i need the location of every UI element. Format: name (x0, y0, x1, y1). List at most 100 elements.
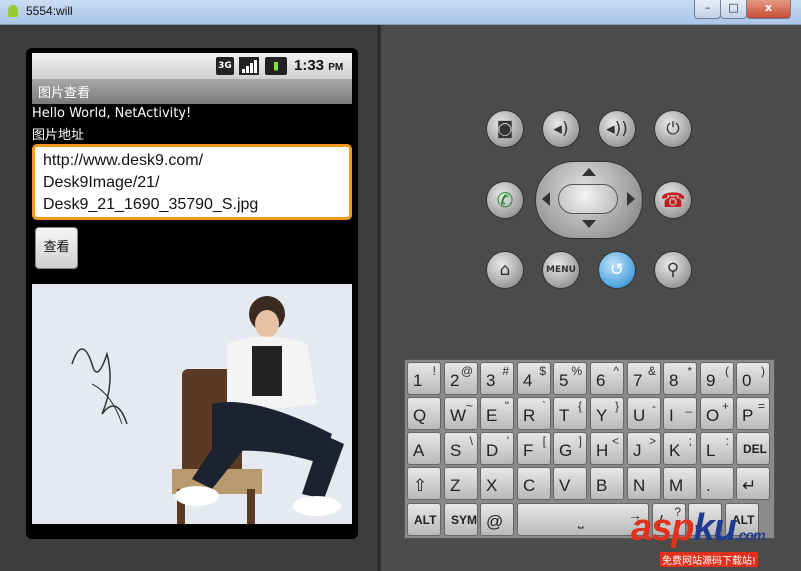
volume-down-icon[interactable]: ◂) (542, 110, 580, 148)
minimize-button[interactable]: – (694, 0, 721, 19)
key-1-7[interactable]: I _ (663, 397, 697, 430)
key-3-6[interactable]: N (627, 467, 661, 500)
key-3-8[interactable]: . (700, 467, 734, 500)
signal-strength-icon (239, 57, 259, 75)
key-alt-label: " (504, 399, 509, 413)
menu-button[interactable]: MENU (542, 251, 580, 289)
key-label: 0 (742, 371, 752, 390)
key-label: V (559, 476, 571, 495)
key-2-8[interactable]: L: (700, 432, 734, 465)
dpad-down-icon[interactable] (582, 220, 596, 228)
key-3-2[interactable]: X (480, 467, 514, 500)
key-3-4[interactable]: V (553, 467, 587, 500)
key-1-3[interactable]: R ` (517, 397, 551, 430)
key-label: X (486, 476, 498, 495)
key-3-5[interactable]: B (590, 467, 624, 500)
key-2-1[interactable]: S \ (444, 432, 478, 465)
key-0-5[interactable]: 6 ^ (590, 362, 624, 395)
key-1-2[interactable]: E " (480, 397, 514, 430)
key-2-5[interactable]: H < (590, 432, 624, 465)
key-3-3[interactable]: C (517, 467, 551, 500)
url-input[interactable]: http://www.desk9.com/ Desk9Image/21/ Des… (32, 144, 352, 220)
key-label: 5 (559, 371, 569, 390)
dpad-left-icon[interactable] (542, 192, 550, 206)
key-4-0[interactable]: ALT (407, 503, 441, 536)
url-line: Desk9Image/21/ (43, 174, 160, 191)
key-label: F (523, 441, 534, 460)
photo-image (32, 284, 352, 524)
key-2-6[interactable]: J > (627, 432, 661, 465)
key-alt-label: \ (469, 434, 473, 448)
key-1-1[interactable]: W ~ (444, 397, 478, 430)
key-1-0[interactable]: Q (407, 397, 441, 430)
key-label: T (559, 406, 570, 425)
key-label: 1 (413, 371, 423, 390)
end-call-icon[interactable]: ☎ (654, 181, 692, 219)
key-3-0[interactable]: ⇧ (407, 467, 441, 500)
key-0-1[interactable]: 2 @ (444, 362, 478, 395)
key-alt-label: @ (460, 364, 473, 378)
key-4-2[interactable]: @ (480, 503, 514, 536)
volume-up-icon[interactable]: ◂)) (598, 110, 636, 148)
key-1-8[interactable]: O + (700, 397, 734, 430)
panel-divider (377, 25, 381, 571)
key-2-7[interactable]: K; (663, 432, 697, 465)
key-1-4[interactable]: T{ (553, 397, 587, 430)
dpad-right-icon[interactable] (627, 192, 635, 206)
key-alt-label: % (571, 364, 582, 378)
view-button[interactable]: 查看 (35, 227, 78, 269)
key-2-2[interactable]: D ' (480, 432, 514, 465)
key-1-5[interactable]: Y} (590, 397, 624, 430)
key-3-7[interactable]: M (663, 467, 697, 500)
key-1-6[interactable]: U- (627, 397, 661, 430)
key-2-4[interactable]: G] (553, 432, 587, 465)
key-2-3[interactable]: F[ (517, 432, 551, 465)
key-label: W (450, 406, 467, 425)
key-0-0[interactable]: 1! (407, 362, 441, 395)
key-label: M (669, 476, 684, 495)
key-4-3[interactable]: ⎵ → (517, 503, 649, 536)
power-icon[interactable]: ⏻ (654, 110, 692, 148)
call-icon[interactable]: ✆ (486, 181, 524, 219)
app-title: 图片查看 (38, 86, 91, 101)
key-0-3[interactable]: 4 $ (517, 362, 551, 395)
dpad-up-icon[interactable] (582, 168, 596, 176)
key-label: Q (413, 406, 427, 425)
key-0-4[interactable]: 5% (553, 362, 587, 395)
search-icon[interactable]: ⚲ (654, 251, 692, 289)
key-0-9[interactable]: 0) (736, 362, 770, 395)
status-time: 1:33 PM (294, 57, 343, 74)
close-button[interactable]: x (746, 0, 791, 19)
key-alt-label: _ (685, 399, 692, 413)
key-0-6[interactable]: 7 & (627, 362, 661, 395)
key-label: 3 (486, 371, 496, 390)
key-1-9[interactable]: P = (736, 397, 770, 430)
key-label: Z (450, 476, 461, 495)
dpad-center-button[interactable] (558, 184, 618, 214)
key-alt-label: ~ (465, 399, 473, 413)
key-2-9[interactable]: DEL (736, 432, 770, 465)
url-line: http://www.desk9.com/ (43, 152, 204, 169)
network-3g-icon: 3G (216, 57, 234, 75)
camera-icon[interactable]: ◙ (486, 110, 524, 148)
key-0-8[interactable]: 9( (700, 362, 734, 395)
hello-text: Hello World, NetActivity! (32, 106, 192, 121)
key-alt-label: ; (688, 434, 692, 448)
key-alt-label: = (757, 399, 765, 413)
key-alt-label: { (577, 399, 582, 413)
maximize-button[interactable]: □ (720, 0, 747, 19)
key-alt-label: } (614, 399, 619, 413)
home-icon[interactable]: ⌂ (486, 251, 524, 289)
key-2-0[interactable]: A (407, 432, 441, 465)
key-label: ALT (414, 513, 437, 527)
key-4-1[interactable]: SYM (444, 503, 478, 536)
key-label: K (669, 441, 681, 460)
key-0-7[interactable]: 8 * (663, 362, 697, 395)
key-0-2[interactable]: 3 # (480, 362, 514, 395)
watermark-part: .com (735, 527, 766, 543)
key-label: E (486, 406, 498, 425)
key-3-1[interactable]: Z (444, 467, 478, 500)
key-label: H (596, 441, 609, 460)
back-icon[interactable]: ↺ (598, 251, 636, 289)
key-3-9[interactable]: ↵ (736, 467, 770, 500)
